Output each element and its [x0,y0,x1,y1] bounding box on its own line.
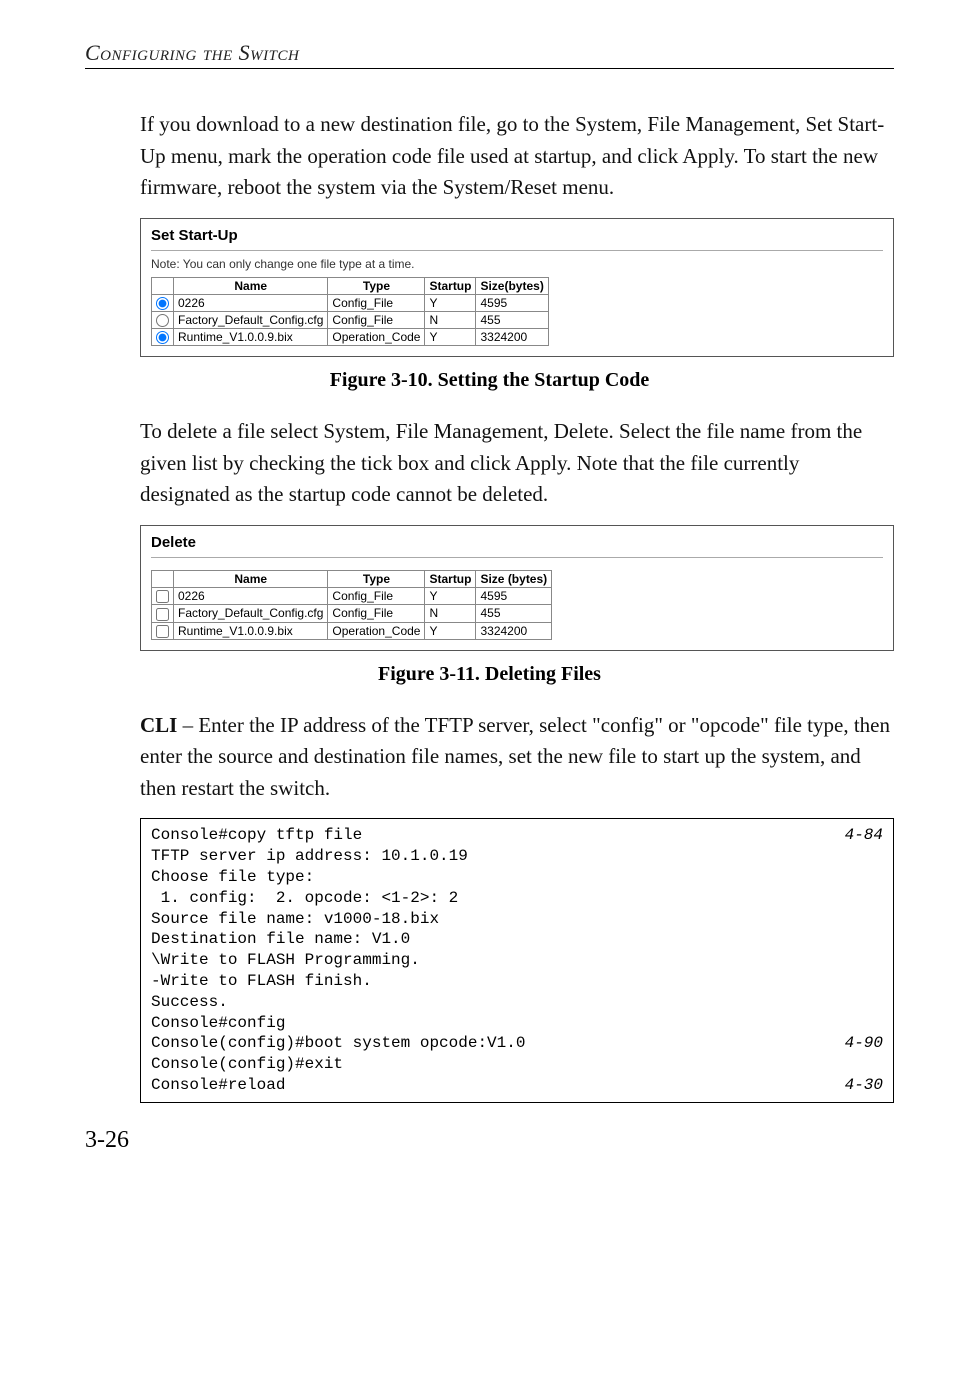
drow1-check[interactable] [156,590,169,603]
figure-set-startup: Set Start-Up Note: You can only change o… [140,218,894,358]
cli-output-box: Console#copy tftp file4-84TFTP server ip… [140,818,894,1102]
drow1-type: Config_File [328,587,425,604]
table-row: Factory_Default_Config.cfg Config_File N… [152,605,552,622]
table-row: Factory_Default_Config.cfg Config_File N… [152,311,549,328]
table-row: 0226 Config_File Y 4595 [152,587,552,604]
table-header-row: Name Type Startup Size(bytes) [152,277,549,294]
col-select [152,277,174,294]
col-startup: Startup [425,570,476,587]
row2-startup: N [425,311,476,328]
paragraph-3: CLI – Enter the IP address of the TFTP s… [140,710,894,805]
drow3-name: Runtime_V1.0.0.9.bix [174,622,328,639]
drow1-size: 4595 [476,587,552,604]
cli-line: Success. [151,992,883,1013]
row2-radio[interactable] [156,314,169,327]
cli-text: TFTP server ip address: 10.1.0.19 [151,846,883,867]
drow2-type: Config_File [328,605,425,622]
cli-text: Destination file name: V1.0 [151,929,883,950]
col-name: Name [174,570,328,587]
cli-line: Console#reload4-30 [151,1075,883,1096]
figure-delete: Delete Name Type Startup Size (bytes) 02… [140,525,894,651]
cli-text: Console#copy tftp file [151,825,837,846]
col-name: Name [174,277,328,294]
cli-line: Source file name: v1000-18.bix [151,909,883,930]
col-size: Size(bytes) [476,277,548,294]
table-row: Runtime_V1.0.0.9.bix Operation_Code Y 33… [152,622,552,639]
page-number: 3-26 [85,1127,894,1154]
figure-caption-1: Figure 3-10. Setting the Startup Code [85,369,894,392]
cli-line: 1. config: 2. opcode: <1-2>: 2 [151,888,883,909]
col-size: Size (bytes) [476,570,552,587]
set-startup-table: Name Type Startup Size(bytes) 0226 Confi… [151,277,549,347]
paragraph-2: To delete a file select System, File Man… [140,416,894,511]
cli-line: Console(config)#boot system opcode:V1.04… [151,1033,883,1054]
row3-type: Operation_Code [328,329,425,346]
drow2-name: Factory_Default_Config.cfg [174,605,328,622]
delete-rule [151,557,883,558]
cli-ref: 4-90 [837,1033,883,1054]
drow3-startup: Y [425,622,476,639]
header-rule [85,68,894,69]
row1-type: Config_File [328,294,425,311]
cli-line: Choose file type: [151,867,883,888]
cli-text: Console(config)#boot system opcode:V1.0 [151,1033,837,1054]
table-row: Runtime_V1.0.0.9.bix Operation_Code Y 33… [152,329,549,346]
cli-label: CLI [140,713,177,737]
row3-size: 3324200 [476,329,548,346]
cli-line: Console#copy tftp file4-84 [151,825,883,846]
drow2-size: 455 [476,605,552,622]
paragraph-1: If you download to a new destination fil… [140,109,894,204]
drow1-startup: Y [425,587,476,604]
cli-line: Destination file name: V1.0 [151,929,883,950]
drow2-startup: N [425,605,476,622]
col-type: Type [328,277,425,294]
col-type: Type [328,570,425,587]
cli-text: \Write to FLASH Programming. [151,950,883,971]
row2-type: Config_File [328,311,425,328]
cli-text: 1. config: 2. opcode: <1-2>: 2 [151,888,883,909]
cli-text: Source file name: v1000-18.bix [151,909,883,930]
cli-text: -Write to FLASH finish. [151,971,883,992]
row2-size: 455 [476,311,548,328]
table-header-row: Name Type Startup Size (bytes) [152,570,552,587]
row1-startup: Y [425,294,476,311]
drow3-check[interactable] [156,625,169,638]
table-row: 0226 Config_File Y 4595 [152,294,549,311]
delete-title: Delete [151,534,883,551]
cli-text: Console#config [151,1013,883,1034]
row2-name: Factory_Default_Config.cfg [174,311,328,328]
col-startup: Startup [425,277,476,294]
cli-line: TFTP server ip address: 10.1.0.19 [151,846,883,867]
drow3-size: 3324200 [476,622,552,639]
row1-size: 4595 [476,294,548,311]
col-select [152,570,174,587]
cli-para-text: – Enter the IP address of the TFTP serve… [140,713,890,800]
header-text: Configuring the Switch [85,40,299,65]
cli-text: Console(config)#exit [151,1054,883,1075]
set-startup-note: Note: You can only change one file type … [151,257,883,271]
row1-radio[interactable] [156,297,169,310]
figure-caption-2: Figure 3-11. Deleting Files [85,663,894,686]
drow3-type: Operation_Code [328,622,425,639]
cli-line: -Write to FLASH finish. [151,971,883,992]
drow2-check[interactable] [156,608,169,621]
row3-radio[interactable] [156,331,169,344]
cli-text: Choose file type: [151,867,883,888]
cli-ref: 4-30 [837,1075,883,1096]
row3-startup: Y [425,329,476,346]
cli-line: Console#config [151,1013,883,1034]
row1-name: 0226 [174,294,328,311]
cli-line: Console(config)#exit [151,1054,883,1075]
row3-name: Runtime_V1.0.0.9.bix [174,329,328,346]
running-header: Configuring the Switch [85,40,894,66]
set-startup-title: Set Start-Up [151,227,883,244]
cli-line: \Write to FLASH Programming. [151,950,883,971]
cli-text: Success. [151,992,883,1013]
cli-text: Console#reload [151,1075,837,1096]
drow1-name: 0226 [174,587,328,604]
set-startup-rule [151,250,883,251]
cli-ref: 4-84 [837,825,883,846]
delete-table: Name Type Startup Size (bytes) 0226 Conf… [151,570,552,640]
